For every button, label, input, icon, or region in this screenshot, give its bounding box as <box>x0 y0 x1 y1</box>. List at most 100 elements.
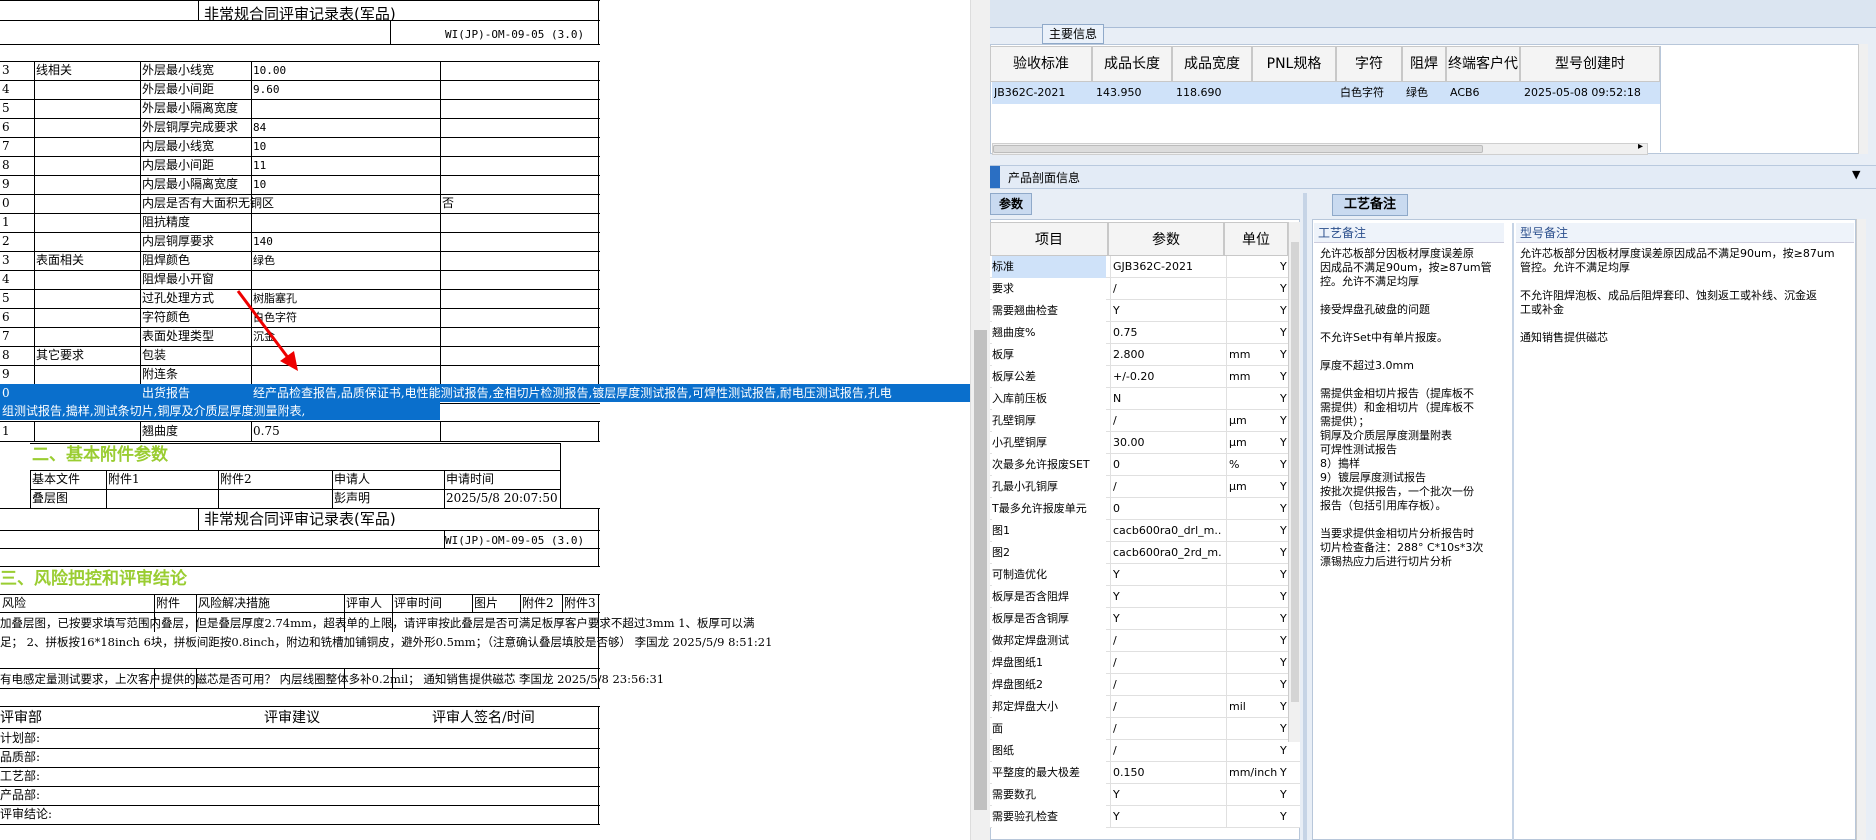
grid-cell: ACB6 <box>1450 86 1480 99</box>
table-line <box>0 61 600 62</box>
param-unit <box>1226 608 1286 630</box>
section-bar-tab[interactable] <box>990 166 1000 188</box>
model-notes-text[interactable]: 允许芯板部分因板材厚度误差原因成品不满足90um，按≥87um 管控。允许不满足… <box>1520 247 1854 345</box>
param-row[interactable]: 翘曲度% 0.75 Y <box>990 322 1300 344</box>
param-row[interactable]: 需要数孔 Y Y <box>990 784 1300 806</box>
param-item: 板厚公差 <box>992 366 1106 388</box>
review-row-label: 工艺部: <box>0 769 41 783</box>
param-unit <box>1226 278 1286 300</box>
param-scrollbar[interactable] <box>1288 222 1300 742</box>
table-line <box>196 594 197 612</box>
grid-cell: 2025-05-08 09:52:18 <box>1524 86 1641 99</box>
param-row[interactable]: 面 / Y <box>990 718 1300 740</box>
row-item: 外层铜厚完成要求 <box>142 120 239 134</box>
param-value: / <box>1110 652 1222 674</box>
row-no: 9 <box>2 367 10 381</box>
document-title: 非常规合同评审记录表(军品) <box>204 5 396 23</box>
splitter[interactable] <box>1303 193 1307 840</box>
table-line <box>140 61 141 384</box>
param-value: Y <box>1110 608 1222 630</box>
craft-notes-text[interactable]: 允许芯板部分因板材厚度误差原 因成品不满足90um，按≥87um管 控。允许不满… <box>1320 247 1510 569</box>
chevron-right-icon[interactable]: ▸ <box>1638 141 1643 152</box>
table-line <box>392 594 393 612</box>
param-flag: Y <box>1280 568 1287 581</box>
review-header-cell: 评审部 <box>0 710 42 726</box>
param-row[interactable]: 做邦定焊盘测试 / Y <box>990 630 1300 652</box>
scrollbar-thumb[interactable] <box>993 145 1483 153</box>
row-item: 翘曲度 <box>142 424 179 438</box>
param-row[interactable]: 板厚公差 +/-0.20 mm Y <box>990 366 1300 388</box>
param-row[interactable]: 标准 GJB362C-2021 Y <box>990 256 1300 278</box>
param-row[interactable]: 孔最小孔铜厚 / μm Y <box>990 476 1300 498</box>
param-item: T最多允许报废单元 <box>992 498 1106 520</box>
param-row[interactable]: 次最多允许报废SET 0% Y <box>990 454 1300 476</box>
table-line <box>598 706 599 824</box>
review-row-label: 评审结论: <box>0 807 53 821</box>
grid-right-scrollbar[interactable] <box>1858 44 1868 154</box>
risk-header-cell: 风险 <box>2 596 27 610</box>
notes-divider[interactable] <box>1512 223 1514 840</box>
param-tab[interactable]: 参数 <box>990 193 1032 215</box>
collapse-icon[interactable]: ▼ <box>1852 168 1860 181</box>
param-flag: Y <box>1280 436 1287 449</box>
param-row[interactable]: T最多允许报废单元 0 Y <box>990 498 1300 520</box>
param-header-cell: 单位 <box>1224 222 1288 256</box>
param-row[interactable]: 焊盘图纸2/ Y <box>990 674 1300 696</box>
param-row[interactable]: 需要翘曲检查 Y Y <box>990 300 1300 322</box>
param-row[interactable]: 邦定焊盘大小 / mil Y <box>990 696 1300 718</box>
param-unit: mm/inch <box>1226 762 1286 784</box>
attachment-header-cell: 附件2 <box>220 472 252 486</box>
param-flag: Y <box>1280 656 1287 669</box>
param-flag: Y <box>1280 678 1287 691</box>
param-flag: Y <box>1280 260 1287 273</box>
param-value: 0.75 <box>1110 322 1222 344</box>
param-row[interactable]: 图1 cacb600ra0_drl_m... Y <box>990 520 1300 542</box>
scrollbar-thumb[interactable] <box>1291 242 1299 702</box>
param-value: Y <box>1110 806 1222 828</box>
param-flag: Y <box>1280 370 1287 383</box>
param-row[interactable]: 平整度的最大极差 0.150 mm/inch Y <box>990 762 1300 784</box>
risk-row-text: 有电感定量测试要求，上次客户提供的磁芯是否可用？ 内层线圈整体多补0.2mil；… <box>0 672 665 686</box>
param-row[interactable]: 图2 cacb600ra0_2rd_m... Y <box>990 542 1300 564</box>
vertical-scrollbar[interactable] <box>970 0 990 840</box>
table-line <box>0 441 600 442</box>
table-line <box>440 421 441 441</box>
row-value: 绿色 <box>253 254 275 267</box>
table-line <box>0 767 600 768</box>
param-item: 翘曲度% <box>992 322 1106 344</box>
right-edge-scrollbar[interactable] <box>1856 219 1866 840</box>
param-item: 需要数孔 <box>992 784 1106 806</box>
param-row[interactable]: 小孔壁铜厚 30.00 μm Y <box>990 432 1300 454</box>
row-item: 过孔处理方式 <box>142 291 215 305</box>
param-row[interactable]: 焊盘图纸1/ Y <box>990 652 1300 674</box>
param-row[interactable]: 板厚是否含阻焊 Y Y <box>990 586 1300 608</box>
param-value: Y <box>1110 300 1222 322</box>
row-no: 1 <box>2 424 10 438</box>
param-row[interactable]: 要求 / Y <box>990 278 1300 300</box>
param-flag: Y <box>1280 304 1287 317</box>
table-line <box>598 508 599 566</box>
scrollbar-thumb[interactable] <box>974 330 987 810</box>
param-row[interactable]: 板厚是否含铜厚 Y Y <box>990 608 1300 630</box>
attachment-header-cell: 申请时间 <box>446 472 495 486</box>
table-line <box>0 688 600 689</box>
param-row[interactable]: 需要验孔检查 Y Y <box>990 806 1300 828</box>
param-value: GJB362C-2021 <box>1110 256 1222 278</box>
param-row[interactable]: 入库前压板 N Y <box>990 388 1300 410</box>
param-row[interactable]: 可制造优化 Y Y <box>990 564 1300 586</box>
row-item: 内层是否有大面积无铜区 <box>142 196 275 210</box>
param-row[interactable]: 图纸 / Y <box>990 740 1300 762</box>
param-flag: Y <box>1280 480 1287 493</box>
table-line <box>560 443 561 470</box>
tab-main-info[interactable]: 主要信息 <box>1042 24 1104 44</box>
param-item: 做邦定焊盘测试 <box>992 630 1106 652</box>
craft-tab[interactable]: 工艺备注 <box>1332 194 1408 216</box>
param-row[interactable]: 板厚 2.800 mm Y <box>990 344 1300 366</box>
horizontal-scrollbar[interactable]: ▸ <box>992 141 1648 155</box>
param-flag: Y <box>1280 282 1287 295</box>
row-no: 3 <box>2 253 10 267</box>
param-row[interactable]: 孔壁铜厚 / μm Y <box>990 410 1300 432</box>
table-line <box>472 594 473 612</box>
param-flag: Y <box>1280 722 1287 735</box>
grid-header-cell: 成品长度 <box>1092 46 1172 82</box>
